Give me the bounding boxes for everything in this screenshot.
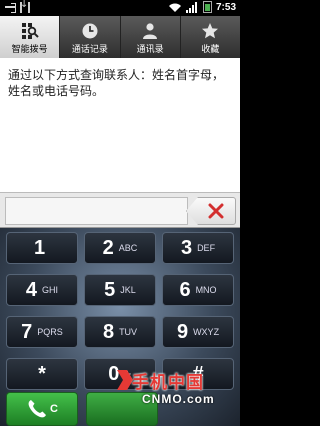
- search-hint: 通过以下方式查询联系人：姓名首字母，姓名或电话号码。: [8, 68, 225, 98]
- key-letters: MNO: [195, 285, 217, 295]
- signal-icon: [185, 1, 199, 13]
- key-digit: 3: [180, 236, 193, 259]
- key-6[interactable]: 6 MNO: [162, 274, 234, 306]
- delete-button[interactable]: [186, 197, 236, 225]
- key-7[interactable]: 7 PQRS: [6, 316, 78, 348]
- tab-contacts[interactable]: 通讯录: [121, 16, 181, 58]
- key-letters: PQRS: [37, 327, 63, 337]
- call-badge: C: [50, 403, 58, 415]
- usb-icon: [4, 2, 16, 13]
- tab-label: 通讯录: [136, 45, 164, 55]
- key-8[interactable]: 8 TUV: [84, 316, 156, 348]
- results-area: 通过以下方式查询联系人：姓名首字母，姓名或电话号码。: [0, 58, 240, 192]
- key-5[interactable]: 5 JKL: [84, 274, 156, 306]
- watermark-subtitle: CNMO.com: [142, 392, 215, 406]
- key-digit: 4: [25, 278, 38, 301]
- number-input-row: [0, 192, 240, 228]
- key-3[interactable]: 3 DEF: [162, 232, 234, 264]
- key-digit: 1: [33, 236, 46, 259]
- key-digit: 5: [104, 278, 116, 301]
- key-letters: TUV: [119, 327, 138, 337]
- tab-label: 收藏: [201, 45, 220, 55]
- person-icon: [143, 23, 158, 39]
- star-icon: [202, 23, 219, 39]
- status-time: 7:53: [215, 1, 236, 13]
- tab-favorites[interactable]: 收藏: [181, 16, 240, 58]
- tab-label: 智能拨号: [11, 45, 48, 55]
- tab-label: 通话记录: [71, 45, 108, 55]
- key-digit: 8: [102, 320, 115, 343]
- key-letters: DEF: [197, 243, 216, 253]
- key-1[interactable]: 1: [6, 232, 78, 264]
- tab-call-log[interactable]: 通话记录: [60, 16, 121, 58]
- key-digit: 6: [179, 278, 191, 301]
- close-icon: [208, 203, 224, 219]
- call-button[interactable]: C: [6, 392, 78, 426]
- key-letters: WXYZ: [193, 327, 220, 337]
- key-star[interactable]: *: [6, 358, 78, 390]
- key-letters: GHI: [42, 285, 59, 295]
- watermark: 手机中国 CNMO.com: [114, 366, 240, 426]
- key-digit: 9: [176, 320, 189, 343]
- key-digit: 7: [21, 320, 33, 343]
- key-9[interactable]: 9 WXYZ: [162, 316, 234, 348]
- status-bar: 7:53: [0, 0, 240, 16]
- key-digit: 2: [102, 236, 114, 259]
- key-letters: ABC: [118, 243, 138, 253]
- download-icon: [20, 0, 30, 13]
- watermark-title: 手机中国: [132, 373, 204, 393]
- clock-icon: [82, 23, 98, 39]
- key-4[interactable]: 4 GHI: [6, 274, 78, 306]
- wifi-icon: [168, 3, 181, 12]
- tab-bar: 智能拨号 通话记录 通讯录 收藏: [0, 16, 240, 58]
- smart-dial-icon: [21, 23, 39, 39]
- key-letters: JKL: [120, 285, 136, 295]
- number-input[interactable]: [5, 197, 188, 225]
- key-digit: *: [38, 362, 46, 385]
- tab-smart-dial[interactable]: 智能拨号: [0, 16, 61, 58]
- key-2[interactable]: 2 ABC: [84, 232, 156, 264]
- phone-icon: [28, 400, 47, 418]
- battery-icon: [202, 1, 212, 13]
